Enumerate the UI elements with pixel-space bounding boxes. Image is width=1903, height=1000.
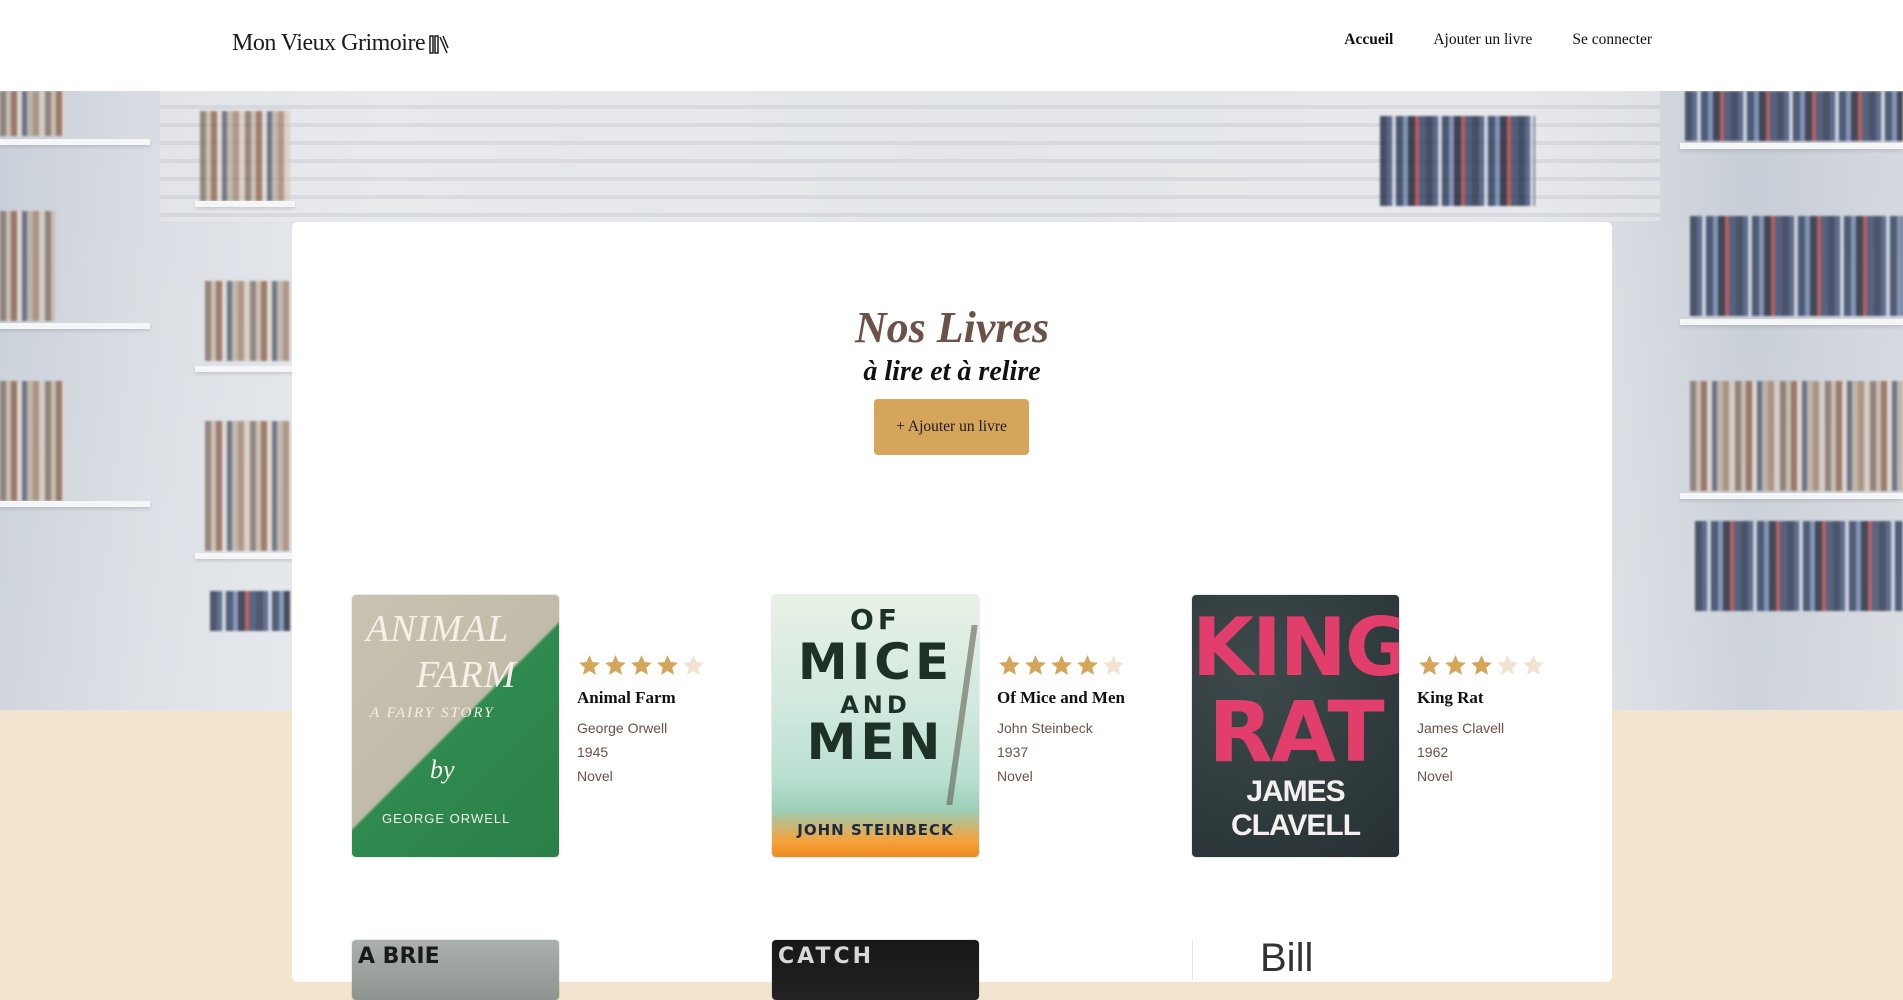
cover-text: GEORGE ORWELL [382, 811, 511, 826]
bookshelf-decor [0, 211, 55, 321]
cover-text: RAT [1208, 683, 1384, 781]
star-filled-icon [1445, 655, 1466, 675]
rating-stars [1417, 653, 1546, 678]
books-card: Nos Livres à lire et à relire + Ajouter … [292, 222, 1612, 1000]
star-filled-icon [1051, 655, 1072, 675]
shelf-decor [195, 553, 295, 559]
shelf-decor [195, 366, 295, 372]
book-title[interactable]: Animal Farm [577, 688, 706, 708]
site-header: Mon Vieux Grimoire Accueil Ajouter un li… [0, 0, 1903, 91]
shelf-decor [1680, 319, 1903, 325]
book-genre: Novel [577, 768, 613, 784]
cover-text: MICE [797, 633, 954, 691]
star-filled-icon [579, 655, 600, 675]
star-empty-icon [1103, 655, 1124, 675]
cover-border [1192, 940, 1193, 980]
star-empty-icon [1523, 655, 1544, 675]
cover-text: CATCH [778, 944, 875, 969]
book-title[interactable]: Of Mice and Men [997, 688, 1126, 708]
book-cover[interactable]: ANIMAL FARM A FAIRY STORY by GEORGE ORWE… [352, 595, 559, 857]
cover-text: A FAIRY STORY [370, 705, 495, 721]
book-cover-text: Bill [1260, 936, 1314, 980]
book-info: King Rat James Clavell 1962 Novel [1417, 595, 1546, 857]
book-author: John Steinbeck [997, 720, 1093, 736]
book-genre: Novel [1417, 768, 1453, 784]
bookshelf-decor [1690, 216, 1903, 316]
shelf-decor [195, 201, 295, 207]
book-info: Animal Farm George Orwell 1945 Novel [577, 595, 706, 857]
book-year: 1937 [997, 744, 1029, 760]
book-card-king-rat[interactable]: KING RAT JAMES CLAVELL King Rat James Cl… [1192, 595, 1572, 857]
page-title: Nos Livres [854, 303, 1050, 352]
rating-stars [577, 653, 706, 678]
page-subtitle: à lire et à relire [863, 356, 1041, 387]
bookshelf-decor [0, 381, 65, 501]
shelf-decor [1680, 143, 1903, 149]
star-empty-icon [683, 655, 704, 675]
star-filled-icon [1025, 655, 1046, 675]
cover-text: OF [850, 603, 901, 636]
nav-add-book[interactable]: Ajouter un livre [1433, 31, 1532, 49]
book-author: James Clavell [1417, 720, 1505, 736]
star-filled-icon [999, 655, 1020, 675]
star-empty-icon [1497, 655, 1518, 675]
add-book-button[interactable]: + Ajouter un livre [874, 399, 1029, 455]
cover-text: MEN [806, 713, 945, 771]
shelf-decor [1680, 493, 1903, 499]
bookshelf-decor [1380, 116, 1535, 206]
books-icon [429, 34, 449, 54]
star-filled-icon [1471, 655, 1492, 675]
rating-stars [997, 653, 1126, 678]
cover-text: A BRIE [358, 944, 440, 969]
site-logo[interactable]: Mon Vieux Grimoire [232, 30, 449, 57]
shelf-decor [0, 501, 150, 507]
cover-text: by [430, 755, 455, 784]
book-title[interactable]: King Rat [1417, 688, 1546, 708]
star-filled-icon [657, 655, 678, 675]
book-year: 1962 [1417, 744, 1449, 760]
book-card-of-mice-and-men[interactable]: OF MICE AND MEN JOHN STEINBECK Of Mice a… [772, 595, 1152, 857]
bookshelf-decor [1695, 521, 1903, 611]
star-filled-icon [605, 655, 626, 675]
logo-text: Mon Vieux Grimoire [232, 30, 426, 56]
bookshelf-decor [1690, 381, 1903, 491]
book-year: 1945 [577, 744, 609, 760]
main-nav: Accueil Ajouter un livre Se connecter [1344, 31, 1652, 49]
nav-home[interactable]: Accueil [1344, 31, 1393, 49]
cover-text: KING [1192, 601, 1399, 694]
book-cover[interactable]: KING RAT JAMES CLAVELL [1192, 595, 1399, 857]
bookshelf-decor [1685, 91, 1903, 141]
star-filled-icon [1077, 655, 1098, 675]
book-author: George Orwell [577, 720, 668, 736]
nav-login[interactable]: Se connecter [1572, 31, 1652, 49]
bookshelf-decor [200, 111, 290, 201]
cover-text: JOHN STEINBECK [797, 821, 954, 839]
book-cover[interactable]: CATCH [772, 940, 979, 1000]
star-filled-icon [631, 655, 652, 675]
cover-text: FARM [416, 654, 517, 696]
book-info: Of Mice and Men John Steinbeck 1937 Nove… [997, 595, 1126, 857]
shelf-decor [0, 323, 150, 329]
bookshelf-decor [210, 591, 290, 631]
book-genre: Novel [997, 768, 1033, 784]
bookshelf-decor [0, 91, 65, 136]
bookshelf-decor [205, 281, 290, 361]
book-cover[interactable]: OF MICE AND MEN JOHN STEINBECK [772, 595, 979, 857]
bookshelf-decor [205, 421, 290, 551]
book-cover[interactable]: A BRIE [352, 940, 559, 1000]
cover-text: JAMES CLAVELL [1230, 775, 1361, 842]
shelf-decor [0, 139, 150, 145]
cover-text: ANIMAL [366, 608, 510, 650]
star-filled-icon [1419, 655, 1440, 675]
book-card-animal-farm[interactable]: ANIMAL FARM A FAIRY STORY by GEORGE ORWE… [352, 595, 732, 857]
